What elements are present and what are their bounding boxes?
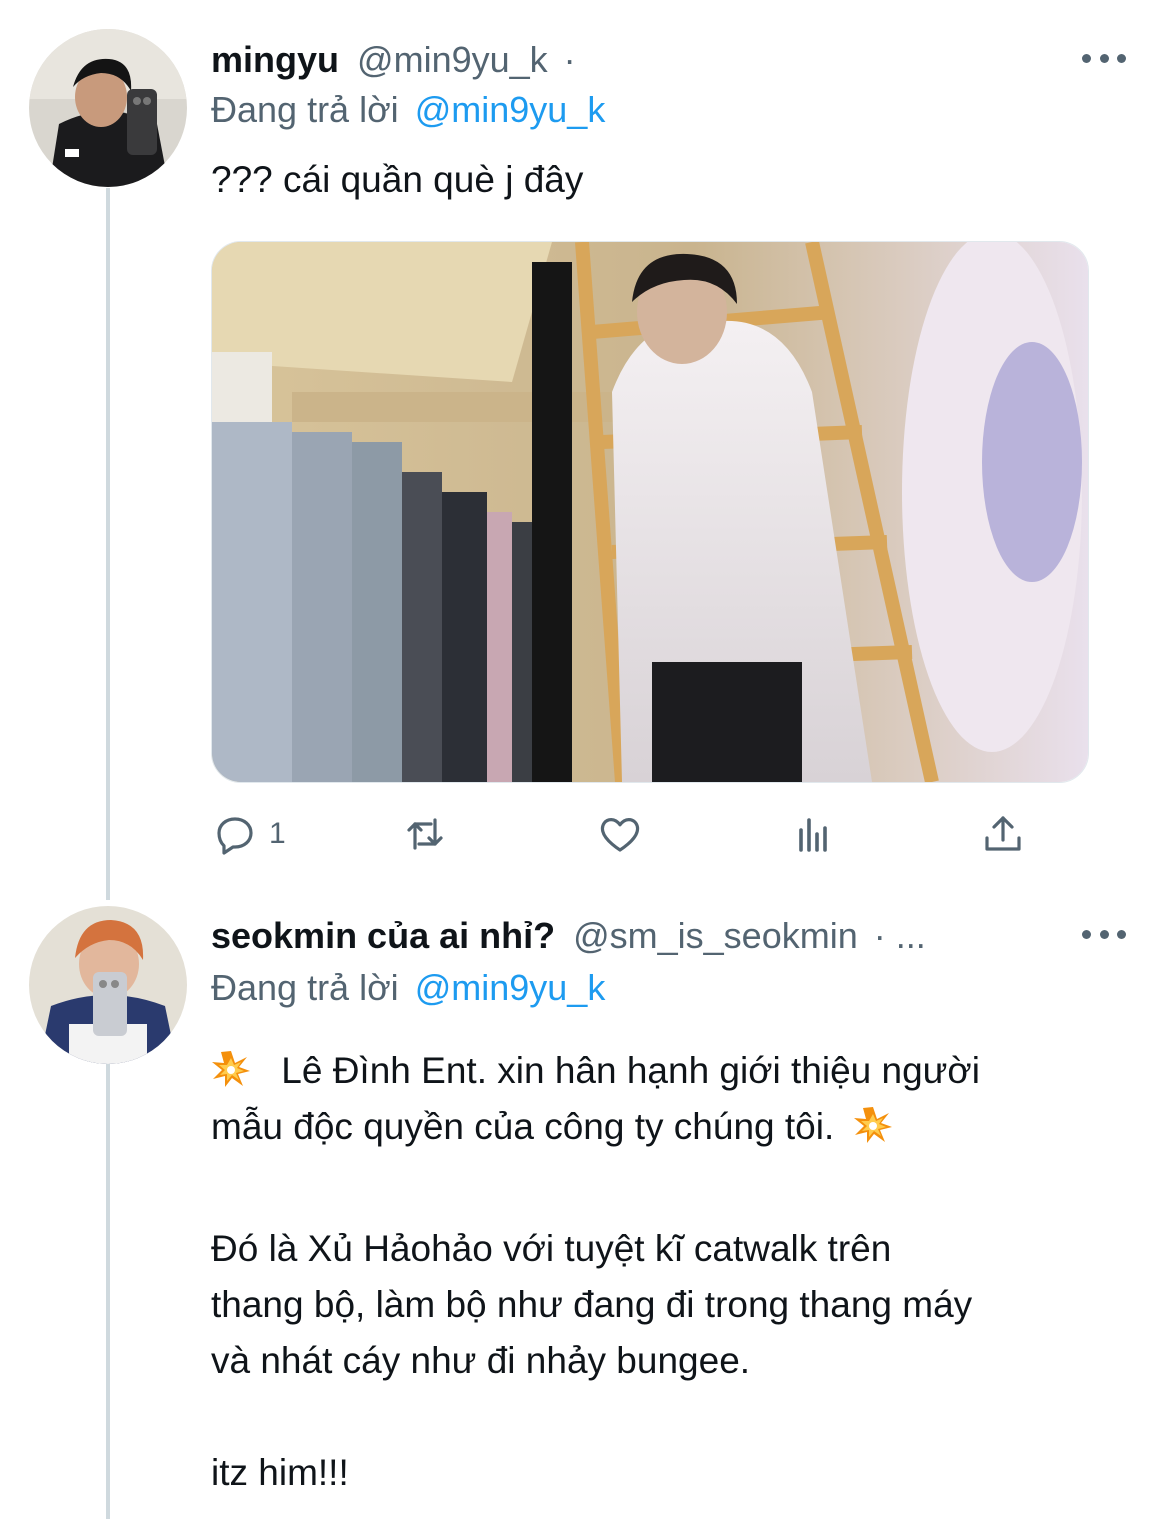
tweet-line: Lê Đình Ent. xin hân hạnh giới thiệu ngư… (211, 1043, 1141, 1099)
replying-to: Đang trả lời @min9yu_k (211, 964, 605, 1012)
retweet-button[interactable] (401, 808, 449, 860)
tweet-header: seokmin của ai nhỉ? @sm_is_seokmin · ... (211, 912, 926, 960)
thread-connector-line (106, 1062, 110, 1519)
reply-icon (217, 817, 253, 855)
tweet-line: itz him!!! (211, 1452, 349, 1493)
replying-to: Đang trả lời @min9yu_k (211, 86, 605, 134)
tweet-media-image[interactable] (211, 241, 1089, 783)
tweet-paragraph: mẫu độc quyền của công ty chúng tôi. (211, 1106, 835, 1147)
header-separator: · (563, 39, 576, 80)
like-button[interactable] (596, 808, 644, 860)
replying-to-mention[interactable]: @min9yu_k (415, 967, 606, 1008)
tweet-line: Đó là Xủ Hảohảo với tuyệt kĩ catwalk trê… (211, 1228, 892, 1269)
retweet-icon (407, 818, 443, 850)
tweet-header: mingyu @min9yu_k · (211, 36, 576, 84)
avatar[interactable] (29, 906, 187, 1064)
replying-to-label: Đang trả lời (211, 967, 399, 1008)
analytics-button[interactable] (789, 808, 837, 860)
tweet-line: mẫu độc quyền của công ty chúng tôi. (211, 1099, 1141, 1155)
replying-to-mention[interactable]: @min9yu_k (415, 89, 606, 130)
share-button[interactable] (979, 808, 1027, 860)
tweet-actions: 1 (211, 808, 1031, 860)
author-name[interactable]: seokmin của ai nhỉ? (211, 915, 555, 956)
heart-icon (600, 818, 640, 852)
more-icon[interactable] (1082, 48, 1126, 68)
share-icon (985, 816, 1021, 851)
tweet-line: và nhát cáy như đi nhảy bungee. (211, 1340, 751, 1381)
reply-button[interactable]: 1 (211, 808, 286, 860)
thread-connector-line (106, 188, 110, 900)
analytics-icon (799, 818, 827, 852)
avatar[interactable] (29, 29, 187, 187)
tweet-paragraph: Lê Đình Ent. xin hân hạnh giới thiệu ngư… (281, 1050, 980, 1091)
replying-to-label: Đang trả lời (211, 89, 399, 130)
collision-emoji-icon (853, 1105, 893, 1145)
author-handle[interactable]: @sm_is_seokmin (573, 915, 858, 956)
header-separator: · ... (873, 915, 926, 956)
collision-emoji-icon (211, 1049, 251, 1089)
author-name[interactable]: mingyu (211, 39, 339, 80)
tweet-text: ??? cái quần què j đây (211, 159, 584, 200)
tweet-line: thang bộ, làm bộ như đang đi trong thang… (211, 1284, 973, 1325)
reply-count: 1 (269, 817, 286, 850)
more-icon[interactable] (1082, 924, 1126, 944)
tweet-text: Lê Đình Ent. xin hân hạnh giới thiệu ngư… (211, 1043, 1141, 1501)
author-handle[interactable]: @min9yu_k (357, 39, 548, 80)
